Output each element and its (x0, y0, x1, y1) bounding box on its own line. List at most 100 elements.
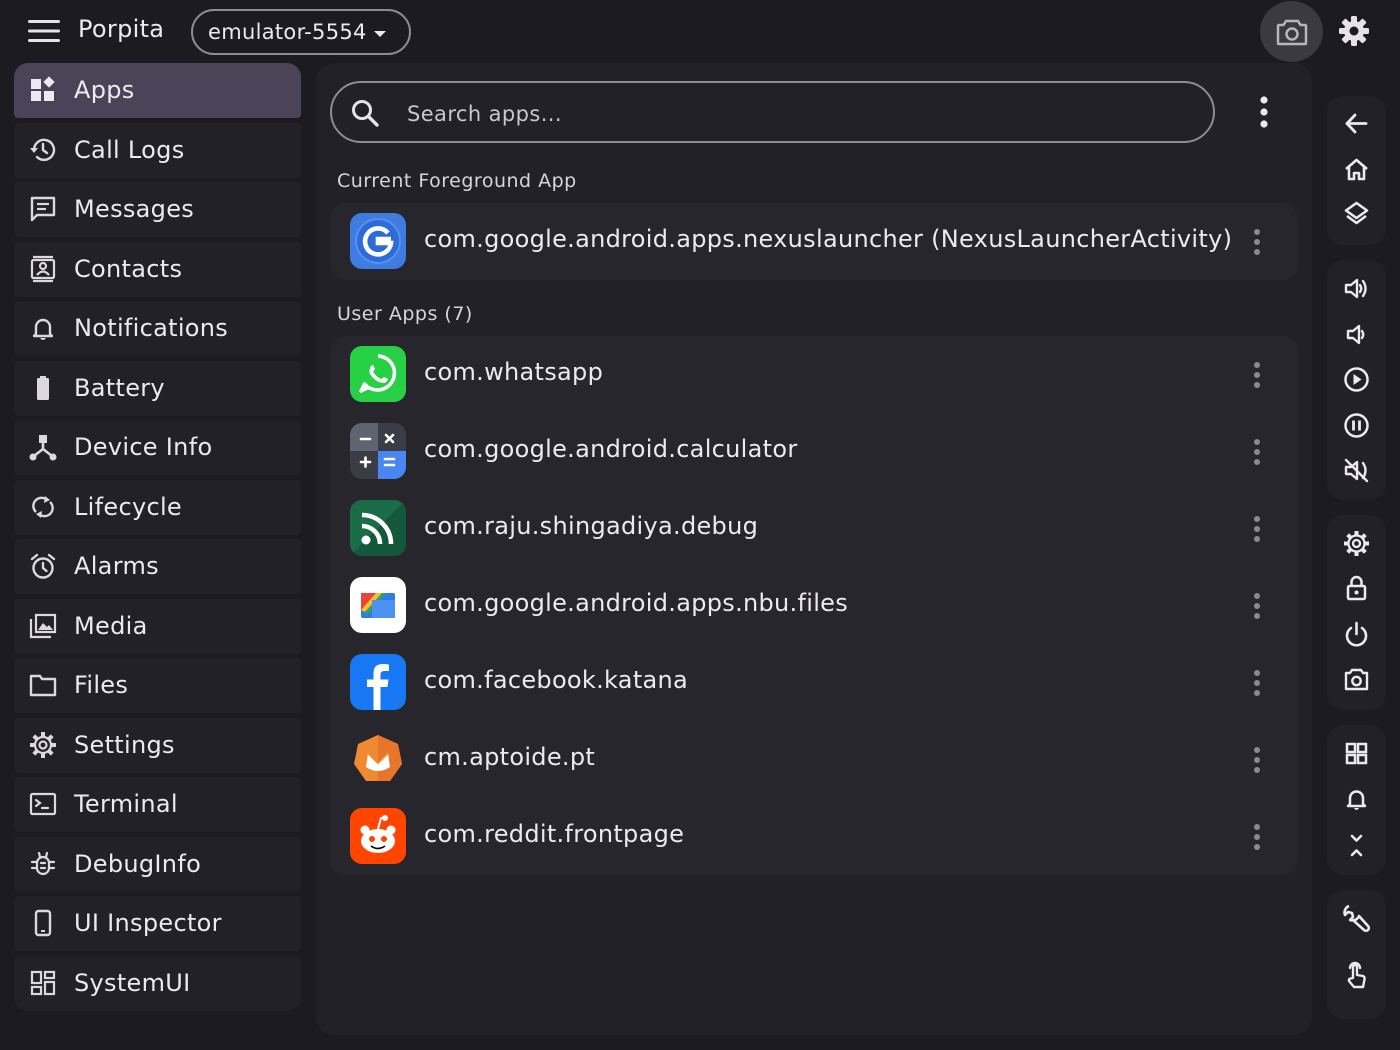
lock-icon[interactable] (1339, 571, 1374, 606)
terminal-icon (29, 790, 57, 818)
device-hub-icon (29, 433, 57, 461)
device-selector[interactable]: emulator-5554 (191, 9, 411, 55)
back-arrow-icon[interactable] (1339, 106, 1374, 141)
phone-icon (29, 909, 57, 937)
search-input[interactable]: Search apps... (407, 102, 562, 126)
sidebar-item-media[interactable]: Media (14, 598, 301, 654)
camera-button[interactable] (1260, 1, 1323, 62)
settings-gear-icon[interactable] (1337, 14, 1371, 48)
wrench-icon[interactable] (1339, 901, 1374, 936)
menu-icon[interactable] (26, 17, 62, 45)
sidebar-item-apps[interactable]: Apps (14, 63, 301, 118)
folder-icon (29, 671, 57, 699)
top-bar: Porpita emulator-5554 (0, 0, 1400, 62)
apps-panel: Search apps... Current Foreground App co… (316, 63, 1312, 1035)
app-package-name: com.google.android.apps.nbu.files (424, 589, 849, 617)
app-more-options-icon[interactable] (1242, 360, 1272, 390)
sidebar-item-label: Messages (74, 195, 195, 223)
grid-icon[interactable] (1339, 736, 1374, 771)
screenshot-icon[interactable] (1339, 662, 1374, 697)
sidebar-item-files[interactable]: Files (14, 658, 301, 713)
mute-icon[interactable] (1339, 453, 1374, 488)
user-apps-section-title: User Apps (7) (337, 303, 473, 325)
app-more-options-icon[interactable] (1242, 227, 1272, 257)
power-icon[interactable] (1339, 617, 1374, 652)
apps-icon (29, 76, 57, 104)
collapse-icon[interactable] (1339, 828, 1374, 863)
app-more-options-icon[interactable] (1242, 591, 1272, 621)
app-more-options-icon[interactable] (1242, 514, 1272, 544)
foreground-app-row[interactable]: com.google.android.apps.nexuslauncher (N… (330, 203, 1298, 280)
sidebar-item-alarms[interactable]: Alarms (14, 539, 301, 594)
sidebar-item-label: Terminal (74, 790, 178, 818)
chevron-down-icon (373, 30, 387, 38)
app-package-name: com.raju.shingadiya.debug (424, 512, 759, 540)
search-icon (350, 98, 380, 128)
home-icon[interactable] (1339, 152, 1374, 187)
navigation-controls (1327, 96, 1386, 245)
sidebar-item-label: Call Logs (74, 135, 185, 164)
sidebar-item-terminal[interactable]: Terminal (14, 777, 301, 832)
bell-icon (29, 314, 57, 342)
app-more-options-icon[interactable] (1242, 822, 1272, 852)
list-item[interactable]: com.facebook.katana (330, 644, 1298, 721)
search-field[interactable]: Search apps... (330, 81, 1215, 143)
sidebar-item-messages[interactable]: Messages (14, 182, 301, 237)
app-package-name: cm.aptoide.pt (424, 743, 596, 771)
sidebar-item-label: Alarms (74, 552, 159, 580)
sidebar-item-systemui[interactable]: SystemUI (14, 955, 301, 1011)
app-more-options-icon[interactable] (1242, 437, 1272, 467)
more-options-icon[interactable] (1251, 93, 1277, 131)
google-icon (350, 213, 406, 269)
sidebar-item-label: Device Info (74, 433, 213, 461)
sidebar-item-contacts[interactable]: Contacts (14, 241, 301, 297)
gear-icon (29, 731, 57, 759)
bell-icon[interactable] (1339, 782, 1374, 817)
sidebar-item-debuginfo[interactable]: DebugInfo (14, 836, 301, 892)
list-item[interactable]: com.whatsapp (330, 336, 1298, 413)
panel-controls (1327, 725, 1386, 875)
facebook-icon (350, 654, 406, 710)
volume-up-icon[interactable] (1339, 271, 1374, 306)
sidebar-item-notifications[interactable]: Notifications (14, 301, 301, 356)
app-more-options-icon[interactable] (1242, 668, 1272, 698)
sidebar-item-label: UI Inspector (74, 909, 222, 937)
device-selector-value: emulator-5554 (208, 20, 367, 44)
app-package-name: com.reddit.frontpage (424, 820, 685, 848)
list-item[interactable]: cm.aptoide.pt (330, 721, 1298, 798)
tool-controls (1327, 890, 1386, 1019)
touch-icon[interactable] (1339, 958, 1374, 993)
app-package-name: com.google.android.calculator (424, 435, 798, 463)
settings-icon[interactable] (1339, 526, 1374, 561)
volume-down-icon[interactable] (1339, 317, 1374, 352)
app-package-name: com.facebook.katana (424, 666, 689, 694)
photo-library-icon (29, 612, 57, 640)
list-item[interactable]: com.raju.shingadiya.debug (330, 490, 1298, 567)
history-icon (29, 136, 57, 164)
sidebar-item-device-info[interactable]: Device Info (14, 420, 301, 475)
sidebar-item-label: Settings (74, 730, 175, 759)
layers-icon[interactable] (1339, 197, 1374, 232)
sidebar-item-battery[interactable]: Battery (14, 360, 301, 416)
sidebar-item-label: SystemUI (74, 968, 191, 997)
sidebar-item-ui-inspector[interactable]: UI Inspector (14, 896, 301, 951)
sidebar: Apps Call Logs Messages Contacts Notific… (14, 63, 301, 1015)
sidebar-item-lifecycle[interactable]: Lifecycle (14, 479, 301, 535)
list-item[interactable]: com.reddit.frontpage (330, 798, 1298, 875)
sidebar-item-label: Lifecycle (74, 492, 182, 521)
list-item[interactable]: com.google.android.calculator (330, 413, 1298, 490)
sidebar-item-label: Apps (74, 76, 135, 104)
sidebar-item-call-logs[interactable]: Call Logs (14, 122, 301, 178)
foreground-section-title: Current Foreground App (337, 170, 577, 192)
media-controls (1327, 260, 1386, 500)
aptoide-icon (350, 731, 406, 787)
device-controls (1327, 515, 1386, 710)
sidebar-item-settings[interactable]: Settings (14, 717, 301, 773)
dashboard-icon (29, 969, 57, 997)
foreground-app-card: com.google.android.apps.nexuslauncher (N… (330, 203, 1298, 280)
list-item[interactable]: com.google.android.apps.nbu.files (330, 567, 1298, 644)
files-icon (350, 577, 406, 633)
app-more-options-icon[interactable] (1242, 745, 1272, 775)
play-icon[interactable] (1339, 362, 1374, 397)
pause-icon[interactable] (1339, 408, 1374, 443)
